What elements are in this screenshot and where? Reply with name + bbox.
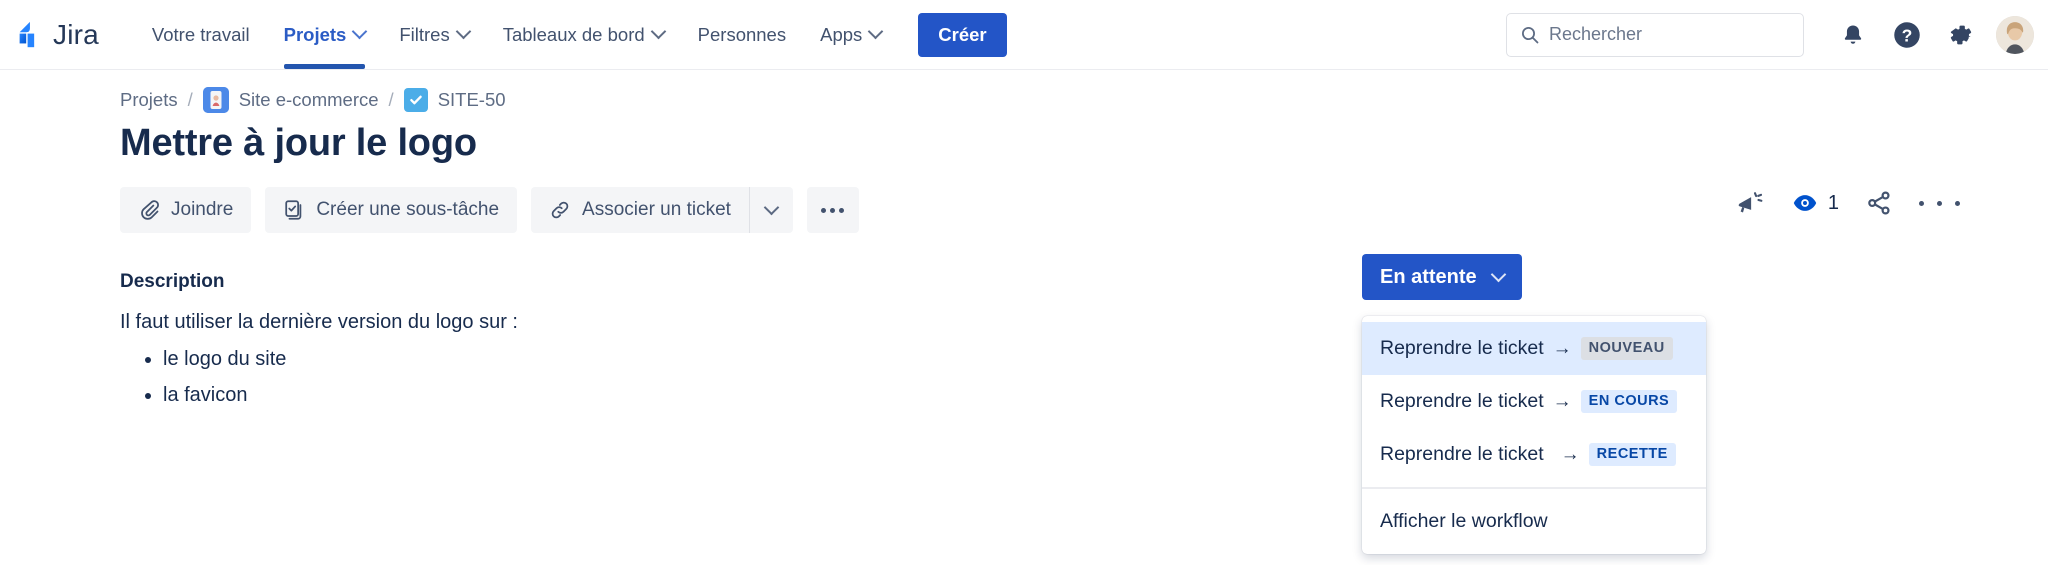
chevron-down-icon: [650, 23, 666, 40]
more-ellipsis-icon: [1937, 200, 1942, 206]
breadcrumb-projects[interactable]: Projets: [120, 89, 178, 111]
description-heading: Description: [120, 271, 225, 292]
nav-item-apps[interactable]: Apps: [803, 0, 898, 69]
transition-label: Reprendre le ticket: [1380, 390, 1544, 412]
more-ellipsis-icon: [821, 207, 827, 213]
project-avatar-icon: [202, 87, 229, 113]
watch-button[interactable]: 1: [1791, 189, 1839, 217]
arrow-right-icon: →: [1560, 443, 1580, 465]
menu-item-transition-recette[interactable]: Reprendre le ticket → RECETTE: [1362, 428, 1706, 481]
more-ellipsis-icon: [839, 207, 845, 213]
link-issue-button-label: Associer un ticket: [582, 199, 731, 220]
eye-watch-icon: [1793, 195, 1817, 211]
create-subtask-button[interactable]: Créer une sous-tâche: [265, 187, 518, 233]
nav-item-label: Votre travail: [151, 23, 250, 45]
chevron-down-icon: [868, 23, 884, 40]
breadcrumb-separator: /: [187, 89, 193, 110]
settings-gear-icon[interactable]: [1934, 8, 1988, 62]
nav-item-filtres[interactable]: Filtres: [382, 0, 485, 69]
arrow-right-icon: →: [1552, 390, 1572, 412]
chevron-down-icon: [352, 23, 368, 40]
search-input[interactable]: [1549, 24, 1803, 45]
chevron-down-icon: [1490, 266, 1506, 282]
link-issue-button[interactable]: Associer un ticket: [531, 187, 749, 233]
nav-item-label: Personnes: [697, 23, 787, 45]
status-button[interactable]: En attente: [1362, 254, 1522, 300]
nav-item-votre-travail[interactable]: Votre travail: [135, 0, 267, 69]
nav-item-tableaux-de-bord[interactable]: Tableaux de bord: [486, 0, 681, 69]
menu-item-transition-nouveau[interactable]: Reprendre le ticket → NOUVEAU: [1362, 322, 1706, 375]
watch-count: 1: [1827, 191, 1839, 214]
status-badge: RECETTE: [1588, 443, 1676, 466]
create-subtask-button-label: Créer une sous-tâche: [316, 199, 500, 220]
user-avatar[interactable]: [1996, 15, 2034, 54]
subtask-icon: [285, 200, 302, 220]
more-ellipsis-icon: [1955, 200, 1960, 206]
transition-label: Reprendre le ticket: [1380, 337, 1544, 359]
issue-tools: 1: [1735, 188, 1960, 218]
nav-items: Votre travail Projets Filtres Tableaux d…: [135, 0, 1007, 69]
more-ellipsis-icon: [1919, 200, 1924, 206]
status-badge: EN COURS: [1580, 390, 1678, 413]
nav-item-label: Tableaux de bord: [502, 23, 645, 45]
task-type-icon: [403, 88, 428, 112]
create-button[interactable]: Créer: [918, 12, 1007, 57]
chevron-down-icon: [455, 23, 471, 40]
issue-more-actions-button[interactable]: [1919, 200, 1960, 206]
notifications-icon[interactable]: [1826, 8, 1880, 62]
link-issue-dropdown-button[interactable]: [748, 187, 793, 233]
share-icon: [1868, 191, 1890, 215]
attach-button-label: Joindre: [171, 199, 234, 220]
list-item: la favicon: [163, 384, 2048, 407]
link-issue-split-button: Associer un ticket: [531, 187, 793, 233]
breadcrumb-issue-key[interactable]: SITE-50: [438, 89, 506, 111]
more-actions-button[interactable]: [806, 187, 859, 233]
breadcrumb-project[interactable]: Site e-commerce: [239, 89, 379, 111]
list-item: le logo du site: [163, 348, 2048, 371]
description-bullet-list: le logo du site la favicon: [0, 334, 2048, 407]
svg-text:?: ?: [1902, 25, 1913, 45]
paperclip-icon: [141, 200, 159, 220]
menu-item-view-workflow[interactable]: Afficher le workflow: [1362, 495, 1706, 548]
status-button-label: En attente: [1380, 265, 1477, 288]
more-ellipsis-icon: [830, 207, 836, 213]
menu-item-transition-en-cours[interactable]: Reprendre le ticket → EN COURS: [1362, 375, 1706, 428]
search-icon: [1522, 26, 1539, 43]
feedback-button[interactable]: [1735, 188, 1765, 218]
view-workflow-label: Afficher le workflow: [1380, 509, 1548, 532]
chevron-down-icon: [763, 199, 780, 215]
nav-item-label: Projets: [283, 23, 347, 45]
global-navigation-bar: Jira Votre travail Projets Filtres Table…: [0, 0, 2048, 70]
menu-divider: [1362, 487, 1706, 489]
nav-item-label: Apps: [820, 23, 863, 45]
global-search[interactable]: [1506, 12, 1804, 57]
jira-home-link[interactable]: Jira: [14, 19, 99, 51]
help-icon[interactable]: ?: [1880, 8, 1934, 62]
share-button[interactable]: [1865, 189, 1893, 217]
megaphone-icon: [1738, 192, 1763, 213]
link-icon: [551, 201, 569, 219]
nav-right-cluster: ?: [1506, 0, 2036, 69]
jira-logo-icon: [14, 20, 44, 50]
breadcrumb: Projets / Site e-commerce / SITE-50: [0, 70, 2048, 113]
attach-button[interactable]: Joindre: [120, 187, 252, 233]
nav-item-projets[interactable]: Projets: [267, 0, 383, 69]
transition-label: Reprendre le ticket: [1380, 443, 1544, 465]
jira-wordmark: Jira: [53, 18, 99, 50]
status-transition-menu: Reprendre le ticket → NOUVEAU Reprendre …: [1362, 316, 1706, 554]
arrow-right-icon: →: [1552, 337, 1572, 359]
nav-item-label: Filtres: [399, 23, 450, 45]
description-paragraph: Il faut utiliser la dernière version du …: [120, 311, 518, 333]
status-badge: NOUVEAU: [1580, 337, 1673, 360]
issue-page: Projets / Site e-commerce / SITE-50 Mett…: [0, 70, 2048, 554]
breadcrumb-separator: /: [388, 89, 394, 110]
nav-item-personnes[interactable]: Personnes: [681, 0, 803, 69]
